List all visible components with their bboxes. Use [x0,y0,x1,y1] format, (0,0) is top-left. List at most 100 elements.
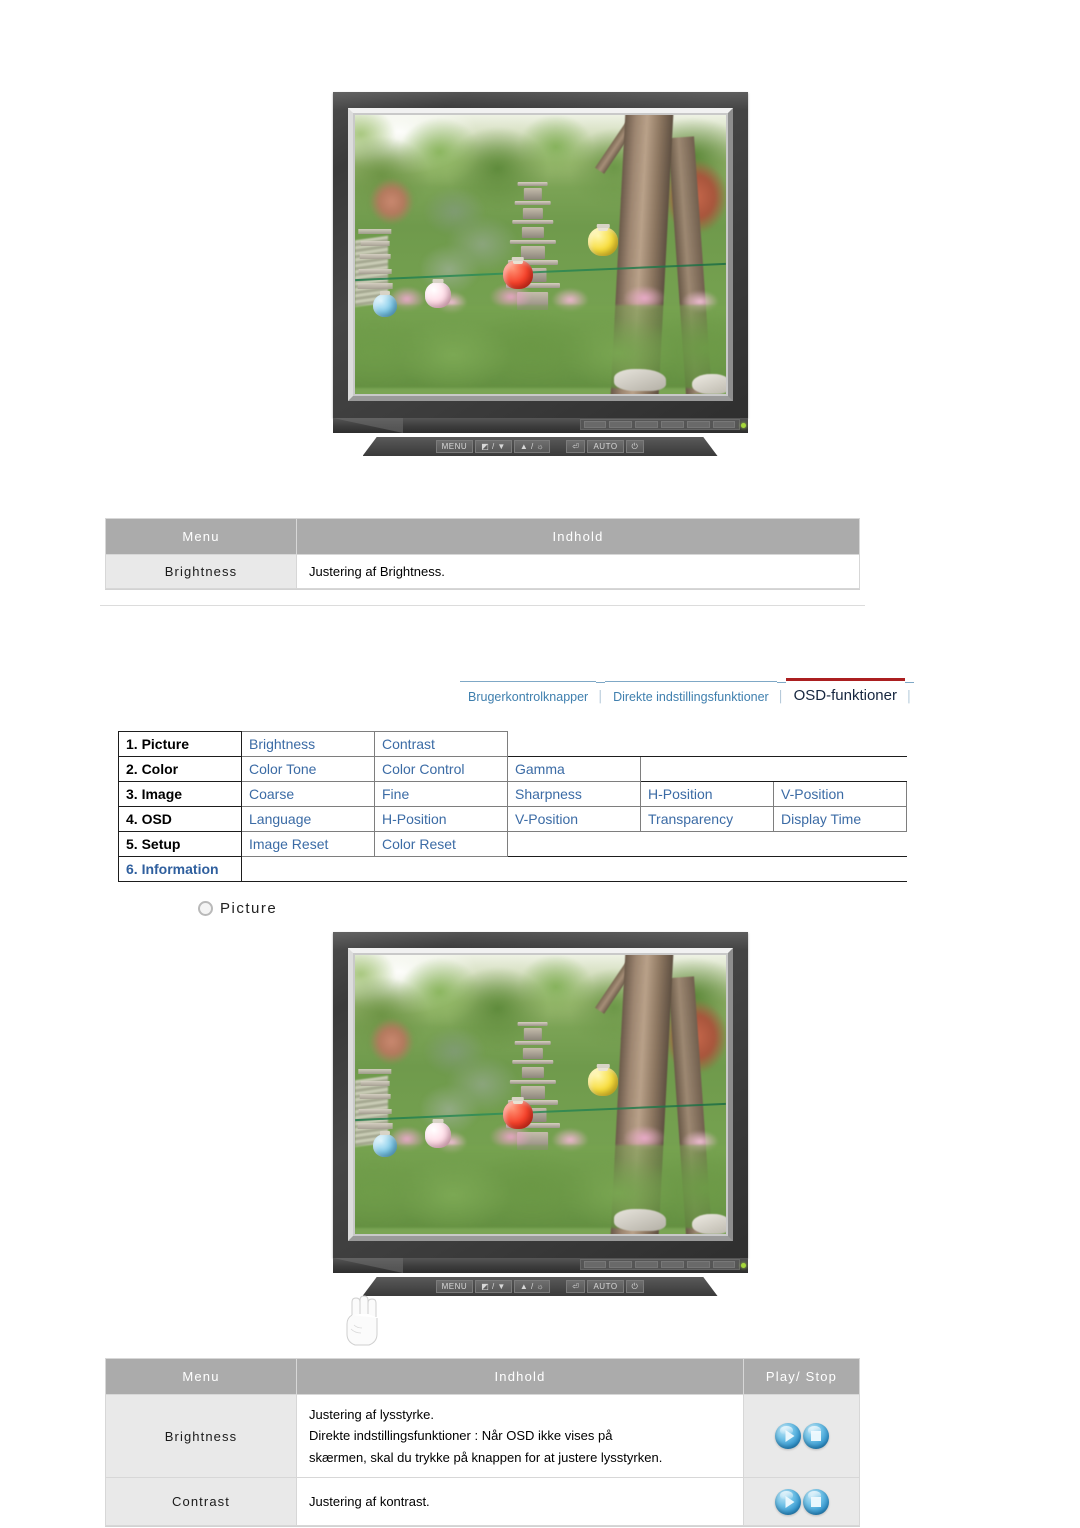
osd-empty-cell [241,856,907,882]
menu-button[interactable]: MENU [435,1280,474,1293]
nav-separator: │ [904,682,914,706]
menu-button[interactable]: MENU [435,440,474,453]
mini-osd-cell [686,421,710,428]
play-icon[interactable] [774,1488,801,1515]
table-row: Brightness Justering af lysstyrke. Direk… [105,1393,860,1479]
screen-lantern-red [502,1100,533,1130]
osd-empty-cell [507,731,907,757]
column-header-indhold: Indhold [296,518,860,555]
auto-button[interactable]: AUTO [587,1280,624,1293]
osd-item-coarse[interactable]: Coarse [241,781,375,807]
mini-osd-cell [712,1261,736,1268]
screen-lantern-yellow [588,1066,618,1096]
table-header-row: Menu Indhold Play/ Stop [105,1358,860,1395]
osd-item-transparency[interactable]: Transparency [640,806,774,832]
screen-lantern-blue [373,1133,398,1158]
play-icon[interactable] [774,1423,801,1450]
table-row: Brightness Justering af Brightness. [105,554,860,589]
osd-group-label: 2. Color [118,756,242,782]
screen-rock-right [692,374,726,394]
mini-osd-strip [579,419,740,430]
osd-item-brightness[interactable]: Brightness [241,731,375,757]
osd-item-v-position[interactable]: V-Position [773,781,907,807]
osd-empty-cell [640,756,907,782]
osd-row-information: 6. Information [118,856,907,882]
up-brightness-button[interactable]: ▲ / ☼ [513,440,551,453]
description-line: skærmen, skal du trykke på knappen for a… [309,1449,663,1465]
monitor-illustration-top: MENU ◩ / ▼ ▲ / ☼ ⏎ AUTO ⏻ [0,92,1080,456]
mini-osd-cell [686,1261,710,1268]
osd-menu-structure-table: 1. Picture Brightness Contrast 2. Color … [118,731,907,882]
osd-item-h-position[interactable]: H-Position [374,806,508,832]
page-title-label: Picture [220,900,278,917]
mini-osd-cell [583,421,607,428]
contrast-down-button[interactable]: ◩ / ▼ [475,440,512,453]
osd-item-color-tone[interactable]: Color Tone [241,756,375,782]
osd-item-gamma[interactable]: Gamma [507,756,641,782]
osd-group-label: 3. Image [118,781,242,807]
bullet-ring-icon [198,901,213,916]
enter-button[interactable]: ⏎ [566,1280,586,1293]
menu-description-cell: Justering af lysstyrke. Direkte indstill… [296,1393,744,1479]
power-led-indicator [740,423,746,428]
osd-item-contrast[interactable]: Contrast [374,731,508,757]
power-button[interactable]: ⏻ [625,440,645,453]
mini-osd-cell [609,1261,633,1268]
menu-name-cell: Contrast [105,1477,297,1527]
monitor-illustration-bottom: MENU ◩ / ▼ ▲ / ☼ ⏎ AUTO ⏻ [0,932,1080,1296]
osd-item-color-reset[interactable]: Color Reset [374,831,508,857]
stop-icon[interactable] [802,1488,829,1515]
screen-lantern-yellow [588,226,618,256]
osd-item-sharpness[interactable]: Sharpness [507,781,641,807]
page-title: Picture [198,900,277,917]
play-stop-cell [743,1477,860,1527]
power-button[interactable]: ⏻ [625,1280,645,1293]
osd-item-display-time[interactable]: Display Time [773,806,907,832]
osd-group-label-information[interactable]: 6. Information [118,856,242,882]
screen-hedge [354,304,726,389]
nav-item-osd-funktioner[interactable]: OSD-funktioner [785,678,905,706]
osd-row-picture: 1. Picture Brightness Contrast [118,731,907,757]
bezel-inner [347,948,733,1241]
enter-button[interactable]: ⏎ [566,440,586,453]
column-header-play-stop: Play/ Stop [743,1358,860,1395]
monitor-bezel [332,932,748,1258]
nav-item-direkte-indstillingsfunktioner[interactable]: Direkte indstillingsfunktioner [605,681,777,706]
mini-osd-cell [712,421,736,428]
menu-description-cell: Justering af Brightness. [296,554,860,589]
monitor-top [332,92,748,433]
osd-item-v-position[interactable]: V-Position [507,806,641,832]
menu-description-cell: Justering af kontrast. [296,1477,744,1527]
screen-rock-left [614,368,667,392]
osd-item-fine[interactable]: Fine [374,781,508,807]
monitor-screen [354,115,726,394]
osd-row-image: 3. Image Coarse Fine Sharpness H-Positio… [118,781,907,807]
stop-icon[interactable] [802,1423,829,1450]
nav-item-brugerkontrolknapper[interactable]: Brugerkontrolknapper [460,681,597,706]
osd-item-language[interactable]: Language [241,806,375,832]
nav-separator: │ [596,682,606,706]
power-led-indicator [740,1263,746,1268]
section-divider [100,605,865,606]
osd-group-label: 1. Picture [118,731,242,757]
contrast-down-button[interactable]: ◩ / ▼ [475,1280,512,1293]
osd-item-h-position[interactable]: H-Position [640,781,774,807]
screen-rock-left [614,1208,667,1232]
osd-row-setup: 5. Setup Image Reset Color Reset [118,831,907,857]
osd-group-label: 4. OSD [118,806,242,832]
description-line: Justering af lysstyrke. [309,1407,434,1422]
osd-item-image-reset[interactable]: Image Reset [241,831,375,857]
column-header-indhold: Indhold [296,1358,744,1395]
breadcrumb-nav: Brugerkontrolknapper │ Direkte indstilli… [460,672,914,706]
monitor-base [332,418,748,433]
mini-osd-cell [660,1261,684,1268]
auto-button[interactable]: AUTO [587,440,624,453]
screen-hedge [354,1144,726,1229]
mini-osd-cell [583,1261,607,1268]
picture-menu-table: Menu Indhold Play/ Stop Brightness Juste… [105,1358,860,1527]
column-header-menu: Menu [105,518,297,555]
table-row: Contrast Justering af kontrast. [105,1477,860,1527]
monitor-bottom [332,932,748,1273]
up-brightness-button[interactable]: ▲ / ☼ [513,1280,551,1293]
osd-item-color-control[interactable]: Color Control [374,756,508,782]
